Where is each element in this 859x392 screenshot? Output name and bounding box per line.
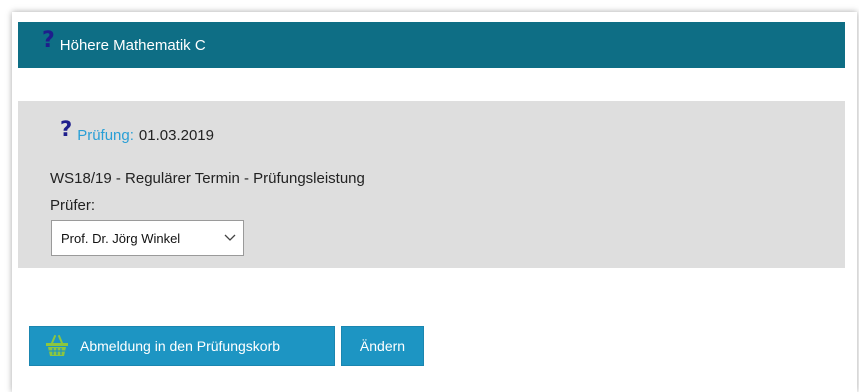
exam-link[interactable]: Prüfung:	[77, 127, 134, 144]
examiner-select-value: Prof. Dr. Jörg Winkel	[61, 230, 181, 246]
exam-heading: ? Prüfung: 01.03.2019	[60, 117, 214, 145]
action-buttons: Abmeldung in den Prüfungskorb Ändern	[29, 326, 424, 366]
unregister-button-label: Abmeldung in den Prüfungskorb	[80, 338, 281, 354]
examiner-label: Prüfer:	[50, 197, 96, 214]
unregister-to-basket-button[interactable]: Abmeldung in den Prüfungskorb	[29, 326, 335, 366]
basket-icon	[46, 335, 68, 356]
chevron-down-icon	[224, 234, 236, 241]
course-title: Höhere Mathematik C	[59, 36, 206, 54]
exam-date: 01.03.2019	[138, 127, 214, 144]
help-icon[interactable]: ?	[60, 117, 72, 141]
exam-box: ? Prüfung: 01.03.2019 WS18/19 - Reguläre…	[18, 101, 845, 268]
course-header: ? Höhere Mathematik C	[18, 22, 845, 68]
change-button[interactable]: Ändern	[341, 326, 424, 366]
change-button-label: Ändern	[359, 338, 406, 354]
examiner-select[interactable]: Prof. Dr. Jörg Winkel	[51, 220, 244, 256]
help-icon[interactable]: ?	[42, 30, 55, 52]
exam-description: WS18/19 - Regulärer Termin - Prüfungslei…	[50, 170, 365, 187]
